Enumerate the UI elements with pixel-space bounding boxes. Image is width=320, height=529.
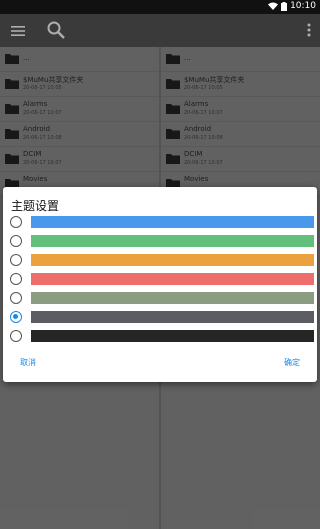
radio-button[interactable]	[10, 330, 22, 342]
color-swatch[interactable]	[31, 311, 314, 323]
theme-option[interactable]	[3, 214, 317, 233]
cancel-button[interactable]: 取消	[20, 357, 36, 368]
theme-option[interactable]	[3, 252, 317, 271]
color-swatch[interactable]	[31, 273, 314, 285]
color-swatch[interactable]	[31, 216, 314, 228]
status-bar: 10:10	[0, 0, 320, 14]
theme-option[interactable]	[3, 309, 317, 328]
theme-option[interactable]	[3, 328, 317, 347]
color-swatch[interactable]	[31, 330, 314, 342]
clock: 10:10	[290, 1, 316, 11]
dialog-title: 主题设置	[11, 199, 60, 213]
wifi-icon	[268, 2, 279, 10]
theme-option[interactable]	[3, 271, 317, 290]
color-swatch[interactable]	[31, 235, 314, 247]
theme-option[interactable]	[3, 233, 317, 252]
theme-settings-dialog: 主题设置 取消 确定	[3, 187, 317, 382]
radio-button[interactable]	[10, 216, 22, 228]
radio-button[interactable]	[10, 235, 22, 247]
ok-button[interactable]: 确定	[284, 357, 300, 368]
radio-button[interactable]	[10, 254, 22, 266]
color-swatch[interactable]	[31, 254, 314, 266]
battery-icon	[281, 1, 288, 11]
radio-button[interactable]	[10, 292, 22, 304]
theme-option[interactable]	[3, 290, 317, 309]
radio-button[interactable]	[10, 273, 22, 285]
color-swatch[interactable]	[31, 292, 314, 304]
radio-button[interactable]	[10, 311, 22, 323]
